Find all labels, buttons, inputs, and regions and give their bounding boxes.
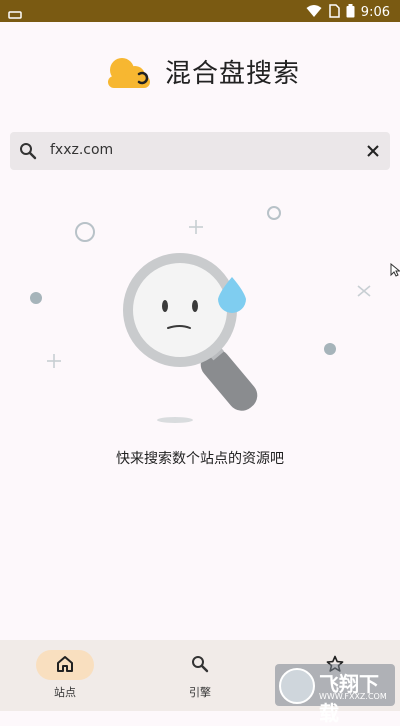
cloud-icon (105, 48, 155, 96)
empty-state-message: 快来搜索数个站点的资源吧 (116, 451, 284, 467)
nav-item-engines[interactable]: 引擎 (135, 640, 268, 711)
watermark-subtitle: WWW.FXXZ.COM (319, 692, 387, 701)
deco-dot (30, 292, 42, 304)
app-title: 混合盘搜索 (165, 59, 301, 89)
nav-label-engines: 引擎 (189, 686, 211, 699)
deco-circle (267, 206, 281, 220)
magnifier-lens (123, 253, 237, 367)
nav-item-sites[interactable]: 站点 (0, 640, 133, 711)
home-icon (56, 655, 74, 677)
mouse-cursor-icon (390, 262, 400, 281)
face-eye (192, 300, 198, 312)
face-eye (162, 300, 168, 312)
clear-icon[interactable] (366, 143, 380, 162)
search-value[interactable]: fxxz.com (50, 142, 113, 158)
deco-cross (357, 285, 371, 297)
deco-circle (75, 222, 95, 242)
notification-icon (8, 5, 22, 24)
sim-icon (328, 3, 340, 22)
search-icon (19, 142, 37, 164)
deco-dot (324, 343, 336, 355)
clock: 9:06 (360, 5, 390, 20)
battery-icon (346, 3, 355, 22)
magnifier-shadow (157, 417, 193, 423)
status-bar: 9:06 (0, 0, 400, 22)
deco-cross (47, 354, 61, 368)
watermark-logo-icon (279, 668, 315, 704)
search-icon (191, 655, 209, 677)
empty-state-illustration (0, 195, 400, 435)
deco-cross (189, 220, 203, 234)
watermark: 飞翔下载 WWW.FXXZ.COM (275, 664, 395, 725)
search-input[interactable]: fxxz.com (10, 132, 390, 170)
wifi-icon (306, 3, 322, 22)
status-icons: 9:06 (306, 3, 390, 22)
nav-label-sites: 站点 (54, 686, 76, 699)
app-header: 混合盘搜索 (0, 40, 400, 100)
